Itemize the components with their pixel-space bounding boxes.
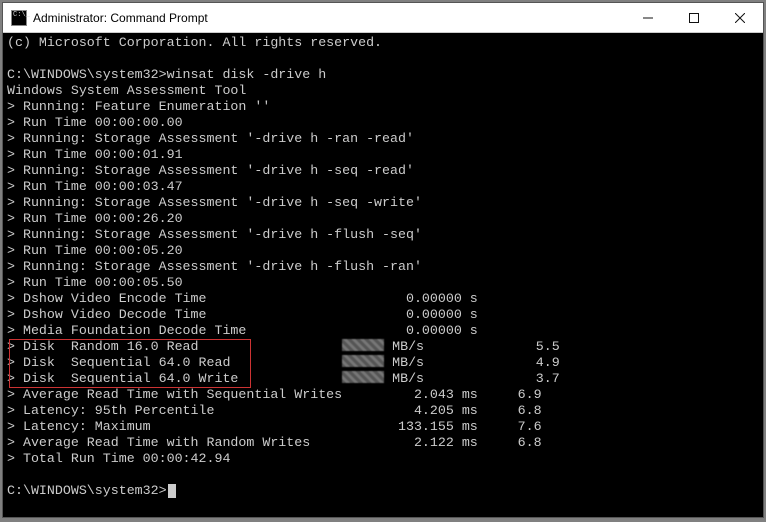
- output-line: > Run Time 00:00:03.47: [7, 179, 759, 195]
- disk-metric-line: > Disk Sequential 64.0 Write MB/s 3.7: [7, 371, 759, 387]
- output-line: > Running: Storage Assessment '-drive h …: [7, 131, 759, 147]
- output-line: > Running: Feature Enumeration '': [7, 99, 759, 115]
- tool-header: Windows System Assessment Tool: [7, 83, 759, 99]
- metric-line: > Latency: Maximum 133.155 ms 7.6: [7, 419, 759, 435]
- output-line: > Run Time 00:00:26.20: [7, 211, 759, 227]
- maximize-button[interactable]: [671, 3, 717, 32]
- output-line: > Running: Storage Assessment '-drive h …: [7, 259, 759, 275]
- metric-line: > Average Read Time with Random Writes 2…: [7, 435, 759, 451]
- command-line: C:\WINDOWS\system32>winsat disk -drive h: [7, 67, 759, 83]
- total-line: > Total Run Time 00:00:42.94: [7, 451, 759, 467]
- disk-metric-line: > Disk Random 16.0 Read MB/s 5.5: [7, 339, 759, 355]
- redacted-value: [342, 339, 384, 351]
- cmd-window: Administrator: Command Prompt (c) Micros…: [2, 2, 764, 518]
- metric-line: > Dshow Video Decode Time 0.00000 s: [7, 307, 759, 323]
- titlebar[interactable]: Administrator: Command Prompt: [3, 3, 763, 33]
- window-controls: [625, 3, 763, 32]
- disk-metric-line: > Disk Sequential 64.0 Read MB/s 4.9: [7, 355, 759, 371]
- output-line: > Run Time 00:00:05.50: [7, 275, 759, 291]
- output-line: > Running: Storage Assessment '-drive h …: [7, 227, 759, 243]
- metric-line: > Average Read Time with Sequential Writ…: [7, 387, 759, 403]
- output-line: > Running: Storage Assessment '-drive h …: [7, 195, 759, 211]
- copyright-line: (c) Microsoft Corporation. All rights re…: [7, 35, 759, 51]
- output-line: > Run Time 00:00:01.91: [7, 147, 759, 163]
- redacted-value: [342, 355, 384, 367]
- prompt-line: C:\WINDOWS\system32>: [7, 483, 759, 499]
- output-line: > Run Time 00:00:05.20: [7, 243, 759, 259]
- minimize-button[interactable]: [625, 3, 671, 32]
- metric-line: > Dshow Video Encode Time 0.00000 s: [7, 291, 759, 307]
- cursor: [168, 484, 176, 498]
- metric-line: > Media Foundation Decode Time 0.00000 s: [7, 323, 759, 339]
- close-button[interactable]: [717, 3, 763, 32]
- output-line: > Run Time 00:00:00.00: [7, 115, 759, 131]
- window-title: Administrator: Command Prompt: [33, 11, 625, 25]
- terminal-output[interactable]: (c) Microsoft Corporation. All rights re…: [3, 33, 763, 517]
- cmd-icon: [11, 10, 27, 26]
- metric-line: > Latency: 95th Percentile 4.205 ms 6.8: [7, 403, 759, 419]
- output-line: > Running: Storage Assessment '-drive h …: [7, 163, 759, 179]
- redacted-value: [342, 371, 384, 383]
